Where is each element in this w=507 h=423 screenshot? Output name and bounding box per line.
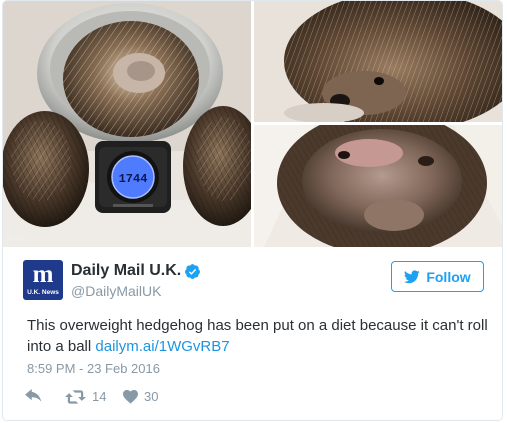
photo-hedgehog-belly-image [254, 125, 502, 247]
reply-button[interactable] [25, 389, 42, 403]
verified-badge-icon [185, 264, 200, 279]
photo-hedgehog-on-scale[interactable]: 1744 [3, 1, 251, 247]
retweet-icon [65, 389, 86, 404]
photo-hedgehog-on-scale-image: 1744 [3, 1, 251, 247]
photo-hedgehog-face-image [254, 1, 502, 122]
scale-display-readout: 1744 [119, 172, 148, 186]
avatar[interactable]: m U.K. News [23, 260, 63, 300]
tweet-timestamp[interactable]: 8:59 PM - 23 Feb 2016 [27, 361, 160, 376]
like-count: 30 [144, 389, 159, 404]
tweet-media-grid: 1744 SWNS [3, 1, 502, 247]
account-name[interactable]: Daily Mail U.K. [71, 262, 181, 280]
account-handle[interactable]: @DailyMailUK [71, 283, 161, 299]
photo-credit: SWNS [4, 236, 26, 243]
avatar-logo-letter: m [32, 261, 54, 288]
photo-hedgehog-face[interactable] [254, 1, 502, 122]
heart-icon [123, 389, 138, 404]
retweet-button[interactable]: 14 [65, 389, 106, 404]
reply-icon [25, 389, 42, 402]
twitter-bird-icon [404, 269, 421, 283]
retweet-count: 14 [92, 389, 107, 404]
avatar-logo-caption: U.K. News [27, 289, 59, 296]
tweet-text: This overweight hedgehog has been put on… [27, 315, 489, 357]
photo-hedgehog-belly[interactable] [254, 125, 502, 247]
tweet-link[interactable]: dailym.ai/1WGvRB7 [95, 338, 229, 355]
tweet-card: 1744 SWNS m U.K. News Daily Mail U.K. @D… [2, 0, 503, 421]
like-button[interactable]: 30 [123, 389, 158, 404]
follow-button[interactable]: Follow [391, 261, 484, 292]
follow-button-label: Follow [426, 268, 471, 285]
